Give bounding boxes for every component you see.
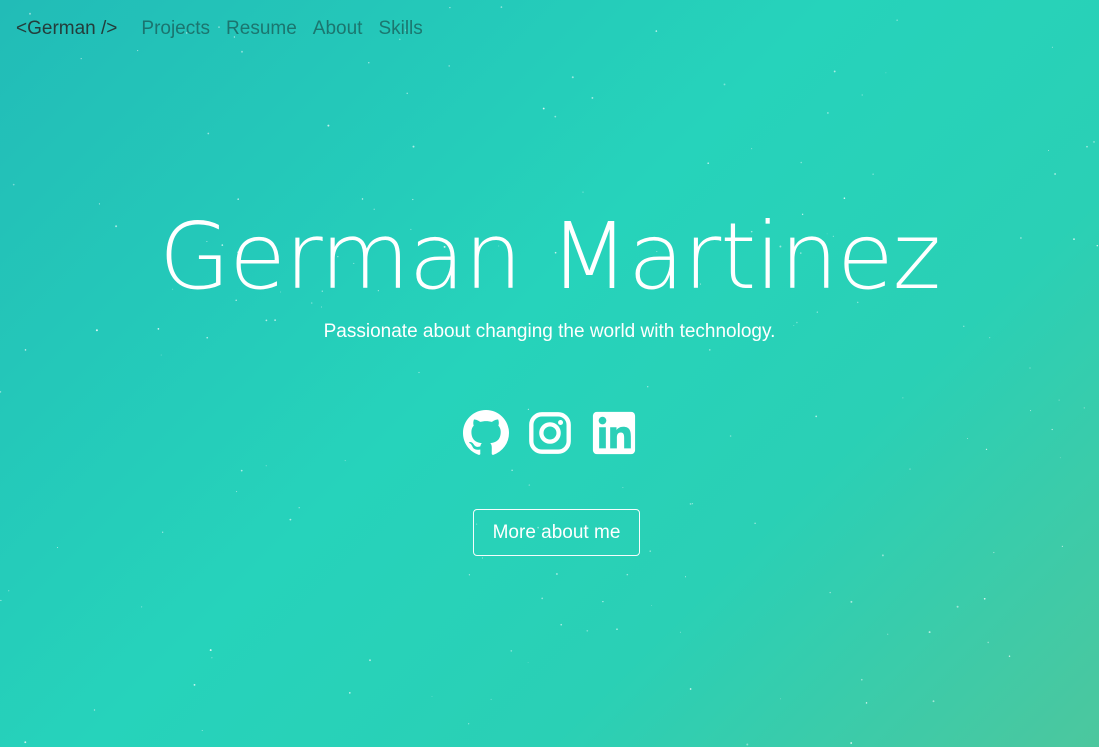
linkedin-icon[interactable] xyxy=(591,410,637,456)
instagram-icon[interactable] xyxy=(527,410,573,456)
hero-title: German Martinez xyxy=(158,203,941,310)
hero-section: German Martinez Passionate about changin… xyxy=(0,0,1099,747)
more-about-me-button[interactable]: More about me xyxy=(473,509,640,556)
hero-subtitle: Passionate about changing the world with… xyxy=(323,321,776,342)
github-icon[interactable] xyxy=(462,410,509,456)
social-links xyxy=(0,410,1099,456)
